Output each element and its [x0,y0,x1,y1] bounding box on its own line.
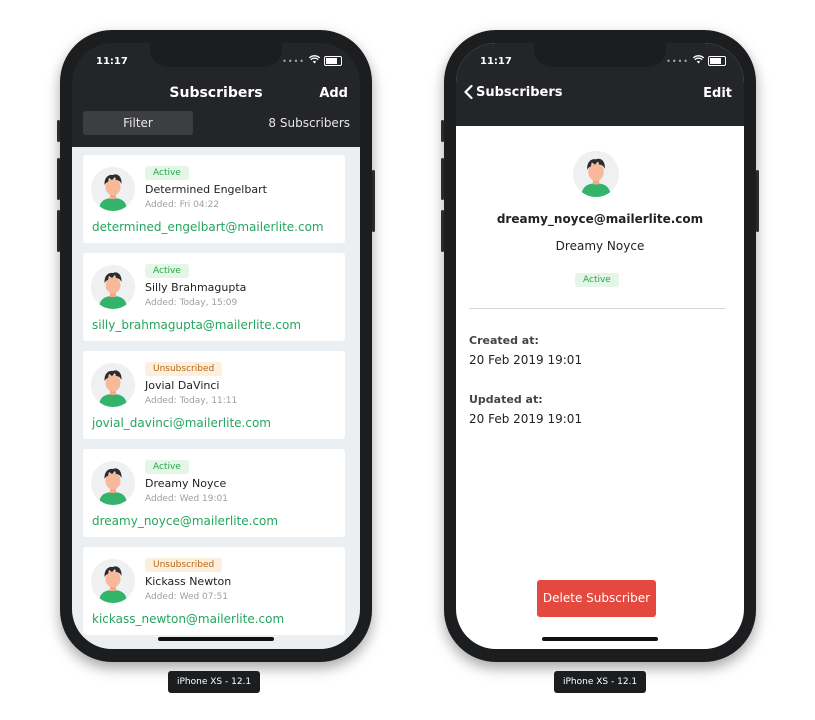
subscriber-detail-screen: 11:17 •••• Subscribers Edit dreamy_noyce… [456,43,744,649]
left-phone: 11:17 •••• Subscribers Add Filter 8 Subs… [57,30,375,662]
back-label: Subscribers [476,85,563,100]
volume-up-button [57,158,60,200]
home-indicator[interactable] [158,637,274,641]
divider [469,308,726,309]
status-time: 11:17 [480,56,512,67]
subscriber-name: Kickass Newton [145,575,232,588]
status-badge: Unsubscribed [145,362,223,376]
avatar [91,265,135,309]
volume-up-button [441,158,444,200]
subscriber-card[interactable]: Unsubscribed Kickass Newton Added: Wed 0… [83,547,345,635]
notch [534,43,666,67]
subscriber-email: jovial_davinci@mailerlite.com [92,416,271,430]
device-label: iPhone XS - 12.1 [168,671,261,693]
power-button [756,170,759,232]
volume-down-button [441,210,444,252]
subscriber-count: 8 Subscribers [268,116,350,130]
added-date: Added: Wed 19:01 [145,494,228,504]
added-date: Added: Wed 07:51 [145,592,228,602]
device-label: iPhone XS - 12.1 [554,671,647,693]
edit-button[interactable]: Edit [703,86,732,101]
signal-icon: •••• [282,56,305,66]
subscriber-email: determined_engelbart@mailerlite.com [92,220,324,234]
avatar [91,167,135,211]
subscriber-name: Dreamy Noyce [555,239,645,253]
avatar [91,559,135,603]
status-badge: Active [145,460,189,474]
avatar [91,363,135,407]
subscriber-list[interactable]: Active Determined Engelbart Added: Fri 0… [72,147,360,649]
power-button [372,170,375,232]
subscriber-name: Silly Brahmagupta [145,281,247,294]
status-badge: Unsubscribed [145,558,223,572]
volume-down-button [57,210,60,252]
subscriber-card[interactable]: Active Silly Brahmagupta Added: Today, 1… [83,253,345,341]
status-time: 11:17 [96,56,128,67]
home-indicator[interactable] [542,637,658,641]
updated-value: 20 Feb 2019 19:01 [469,412,583,426]
added-date: Added: Today, 15:09 [145,298,238,308]
back-button[interactable]: Subscribers [464,84,563,100]
subscribers-list-screen: 11:17 •••• Subscribers Add Filter 8 Subs… [72,43,360,649]
status-badge: Active [145,264,189,278]
updated-label: Updated at: [469,393,543,406]
added-date: Added: Today, 11:11 [145,396,238,406]
subscriber-card[interactable]: Unsubscribed Jovial DaVinci Added: Today… [83,351,345,439]
filter-button[interactable]: Filter [83,111,193,135]
status-badge: Active [575,273,619,287]
subscriber-card[interactable]: Active Dreamy Noyce Added: Wed 19:01 dre… [83,449,345,537]
subscriber-card[interactable]: Active Determined Engelbart Added: Fri 0… [83,155,345,243]
status-badge: Active [145,166,189,180]
mute-switch [57,120,60,142]
mute-switch [441,120,444,142]
wifi-icon [308,55,321,67]
chevron-left-icon [464,84,473,100]
created-value: 20 Feb 2019 19:01 [469,353,583,367]
battery-icon [708,56,726,66]
nav-title: Subscribers [169,85,263,101]
subscriber-name: Jovial DaVinci [145,379,220,392]
delete-subscriber-button[interactable]: Delete Subscriber [537,580,656,617]
subscriber-email: kickass_newton@mailerlite.com [92,612,285,626]
add-button[interactable]: Add [319,86,348,101]
wifi-icon [692,55,705,67]
signal-icon: •••• [666,56,689,66]
subscriber-email: silly_brahmagupta@mailerlite.com [92,318,302,332]
avatar [91,461,135,505]
avatar [573,151,619,197]
notch [150,43,282,67]
subscriber-name: Dreamy Noyce [145,477,227,490]
status-icons: •••• [666,55,726,67]
battery-icon [324,56,342,66]
right-phone: 11:17 •••• Subscribers Edit dreamy_noyce… [441,30,759,662]
subscriber-email: dreamy_noyce@mailerlite.com [496,212,704,226]
created-label: Created at: [469,334,539,347]
subscriber-email: dreamy_noyce@mailerlite.com [92,514,279,528]
subscriber-name: Determined Engelbart [145,183,267,196]
added-date: Added: Fri 04:22 [145,200,220,210]
status-icons: •••• [282,55,342,67]
